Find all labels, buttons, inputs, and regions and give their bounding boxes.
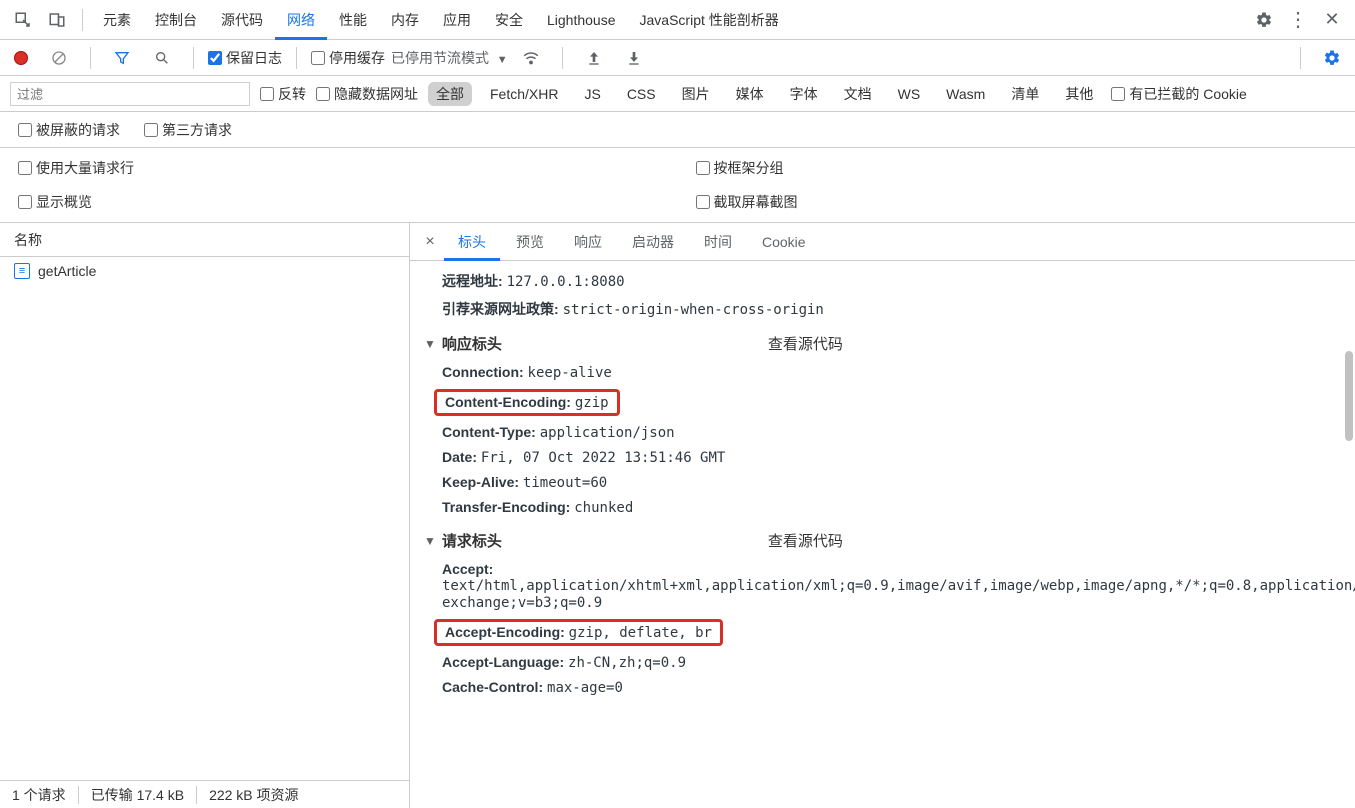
status-requests: 1 个请求 bbox=[12, 785, 66, 805]
detail-tab-timing[interactable]: 时间 bbox=[690, 223, 746, 261]
kebab-icon[interactable]: ⋮ bbox=[1287, 9, 1309, 31]
tab-console[interactable]: 控制台 bbox=[143, 0, 209, 40]
tab-security[interactable]: 安全 bbox=[483, 0, 535, 40]
network-toolbar: 保留日志 停用缓存 已停用节流模式 ▼ bbox=[0, 40, 1355, 76]
view-source-response[interactable]: 查看源代码 bbox=[768, 333, 843, 354]
network-settings-gear-icon[interactable] bbox=[1321, 47, 1343, 69]
view-source-request[interactable]: 查看源代码 bbox=[768, 530, 843, 551]
request-headers-title: 请求标头 bbox=[442, 530, 502, 551]
type-pill-wasm[interactable]: Wasm bbox=[938, 84, 993, 104]
wifi-icon[interactable] bbox=[520, 47, 542, 69]
tab-js-profiler[interactable]: JavaScript 性能剖析器 bbox=[628, 0, 791, 40]
clear-icon[interactable] bbox=[48, 47, 70, 69]
blocked-requests-checkbox[interactable]: 被屏蔽的请求 bbox=[18, 120, 120, 140]
type-pill-ws[interactable]: WS bbox=[890, 84, 929, 104]
invert-checkbox[interactable]: 反转 bbox=[260, 84, 306, 104]
device-mode-icon[interactable] bbox=[46, 9, 68, 31]
filter-icon[interactable] bbox=[111, 47, 133, 69]
show-overview-checkbox[interactable]: 显示概览 bbox=[18, 192, 660, 212]
main-split: 名称 ≡ getArticle 1 个请求 已传输 17.4 kB 222 kB… bbox=[0, 223, 1355, 808]
upload-icon[interactable] bbox=[583, 47, 605, 69]
type-pill-media[interactable]: 媒体 bbox=[728, 82, 772, 106]
screenshots-checkbox[interactable]: 截取屏幕截图 bbox=[696, 192, 1338, 212]
detail-tab-preview[interactable]: 预览 bbox=[502, 223, 558, 261]
filter-bar-row2: 被屏蔽的请求 第三方请求 bbox=[0, 112, 1355, 148]
type-pill-other[interactable]: 其他 bbox=[1057, 82, 1101, 106]
throttling-dropdown[interactable]: 已停用节流模式 ▼ bbox=[391, 48, 508, 68]
disable-cache-checkbox[interactable]: 停用缓存 bbox=[311, 48, 385, 68]
tab-memory[interactable]: 内存 bbox=[379, 0, 431, 40]
filter-bar: 反转 隐藏数据网址 全部 Fetch/XHR JS CSS 图片 媒体 字体 文… bbox=[0, 76, 1355, 112]
scrollbar-thumb[interactable] bbox=[1345, 351, 1353, 441]
tab-lighthouse[interactable]: Lighthouse bbox=[535, 0, 628, 40]
blocked-cookies-checkbox[interactable]: 有已拦截的 Cookie bbox=[1111, 84, 1246, 104]
response-headers-section[interactable]: ▼ 响应标头 查看源代码 bbox=[410, 323, 1355, 360]
inspect-element-icon[interactable] bbox=[12, 9, 34, 31]
request-name-label: getArticle bbox=[38, 263, 96, 279]
request-headers-section[interactable]: ▼ 请求标头 查看源代码 bbox=[410, 520, 1355, 557]
referrer-policy-value: strict-origin-when-cross-origin bbox=[563, 302, 824, 318]
triangle-down-icon: ▼ bbox=[424, 337, 436, 351]
group-by-frame-checkbox[interactable]: 按框架分组 bbox=[696, 158, 1338, 178]
detail-body[interactable]: 远程地址: 127.0.0.1:8080 引荐来源网址政策: strict-or… bbox=[410, 261, 1355, 808]
gear-icon[interactable] bbox=[1253, 9, 1275, 31]
remote-addr-label: 远程地址: bbox=[442, 273, 503, 289]
devtools-top-tabs: 元素 控制台 源代码 网络 性能 内存 应用 安全 Lighthouse Jav… bbox=[0, 0, 1355, 40]
large-rows-checkbox[interactable]: 使用大量请求行 bbox=[18, 158, 660, 178]
type-pill-js[interactable]: JS bbox=[576, 84, 608, 104]
type-pill-manifest[interactable]: 清单 bbox=[1003, 82, 1047, 106]
type-pill-fetch[interactable]: Fetch/XHR bbox=[482, 84, 566, 104]
tab-application[interactable]: 应用 bbox=[431, 0, 483, 40]
third-party-checkbox[interactable]: 第三方请求 bbox=[144, 120, 232, 140]
highlight-accept-encoding: Accept-Encoding: gzip, deflate, br bbox=[434, 619, 723, 646]
search-icon[interactable] bbox=[151, 47, 173, 69]
status-transferred: 已传输 17.4 kB bbox=[91, 785, 184, 805]
network-options: 使用大量请求行 显示概览 按框架分组 截取屏幕截图 bbox=[0, 148, 1355, 223]
detail-panel: × 标头 预览 响应 启动器 时间 Cookie 远程地址: 127.0.0.1… bbox=[410, 223, 1355, 808]
tab-sources[interactable]: 源代码 bbox=[209, 0, 275, 40]
remote-addr-value: 127.0.0.1:8080 bbox=[507, 274, 625, 290]
tab-performance[interactable]: 性能 bbox=[327, 0, 379, 40]
close-icon[interactable]: ✕ bbox=[1321, 9, 1343, 31]
close-detail-icon[interactable]: × bbox=[418, 233, 442, 251]
detail-tabs: × 标头 预览 响应 启动器 时间 Cookie bbox=[410, 223, 1355, 261]
document-icon: ≡ bbox=[14, 263, 30, 279]
type-pill-all[interactable]: 全部 bbox=[428, 82, 472, 106]
tab-network[interactable]: 网络 bbox=[275, 0, 327, 40]
referrer-policy-label: 引荐来源网址政策: bbox=[442, 301, 559, 317]
detail-tab-headers[interactable]: 标头 bbox=[444, 223, 500, 261]
triangle-down-icon: ▼ bbox=[424, 534, 436, 548]
type-pill-font[interactable]: 字体 bbox=[782, 82, 826, 106]
status-resources: 222 kB 项资源 bbox=[209, 785, 298, 805]
request-list-panel: 名称 ≡ getArticle 1 个请求 已传输 17.4 kB 222 kB… bbox=[0, 223, 410, 808]
detail-tab-initiator[interactable]: 启动器 bbox=[618, 223, 688, 261]
request-item-getarticle[interactable]: ≡ getArticle bbox=[0, 257, 409, 285]
preserve-log-checkbox[interactable]: 保留日志 bbox=[208, 48, 282, 68]
status-bar: 1 个请求 已传输 17.4 kB 222 kB 项资源 bbox=[0, 780, 409, 808]
highlight-content-encoding: Content-Encoding: gzip bbox=[434, 389, 620, 416]
column-header-name[interactable]: 名称 bbox=[0, 223, 409, 257]
download-icon[interactable] bbox=[623, 47, 645, 69]
filter-input[interactable] bbox=[10, 82, 250, 106]
detail-tab-cookies[interactable]: Cookie bbox=[748, 223, 820, 261]
detail-tab-response[interactable]: 响应 bbox=[560, 223, 616, 261]
type-pill-img[interactable]: 图片 bbox=[674, 82, 718, 106]
type-pill-css[interactable]: CSS bbox=[619, 84, 664, 104]
tab-elements[interactable]: 元素 bbox=[91, 0, 143, 40]
type-pill-doc[interactable]: 文档 bbox=[836, 82, 880, 106]
hide-data-urls-checkbox[interactable]: 隐藏数据网址 bbox=[316, 84, 418, 104]
response-headers-title: 响应标头 bbox=[442, 333, 502, 354]
record-button[interactable] bbox=[14, 51, 28, 65]
